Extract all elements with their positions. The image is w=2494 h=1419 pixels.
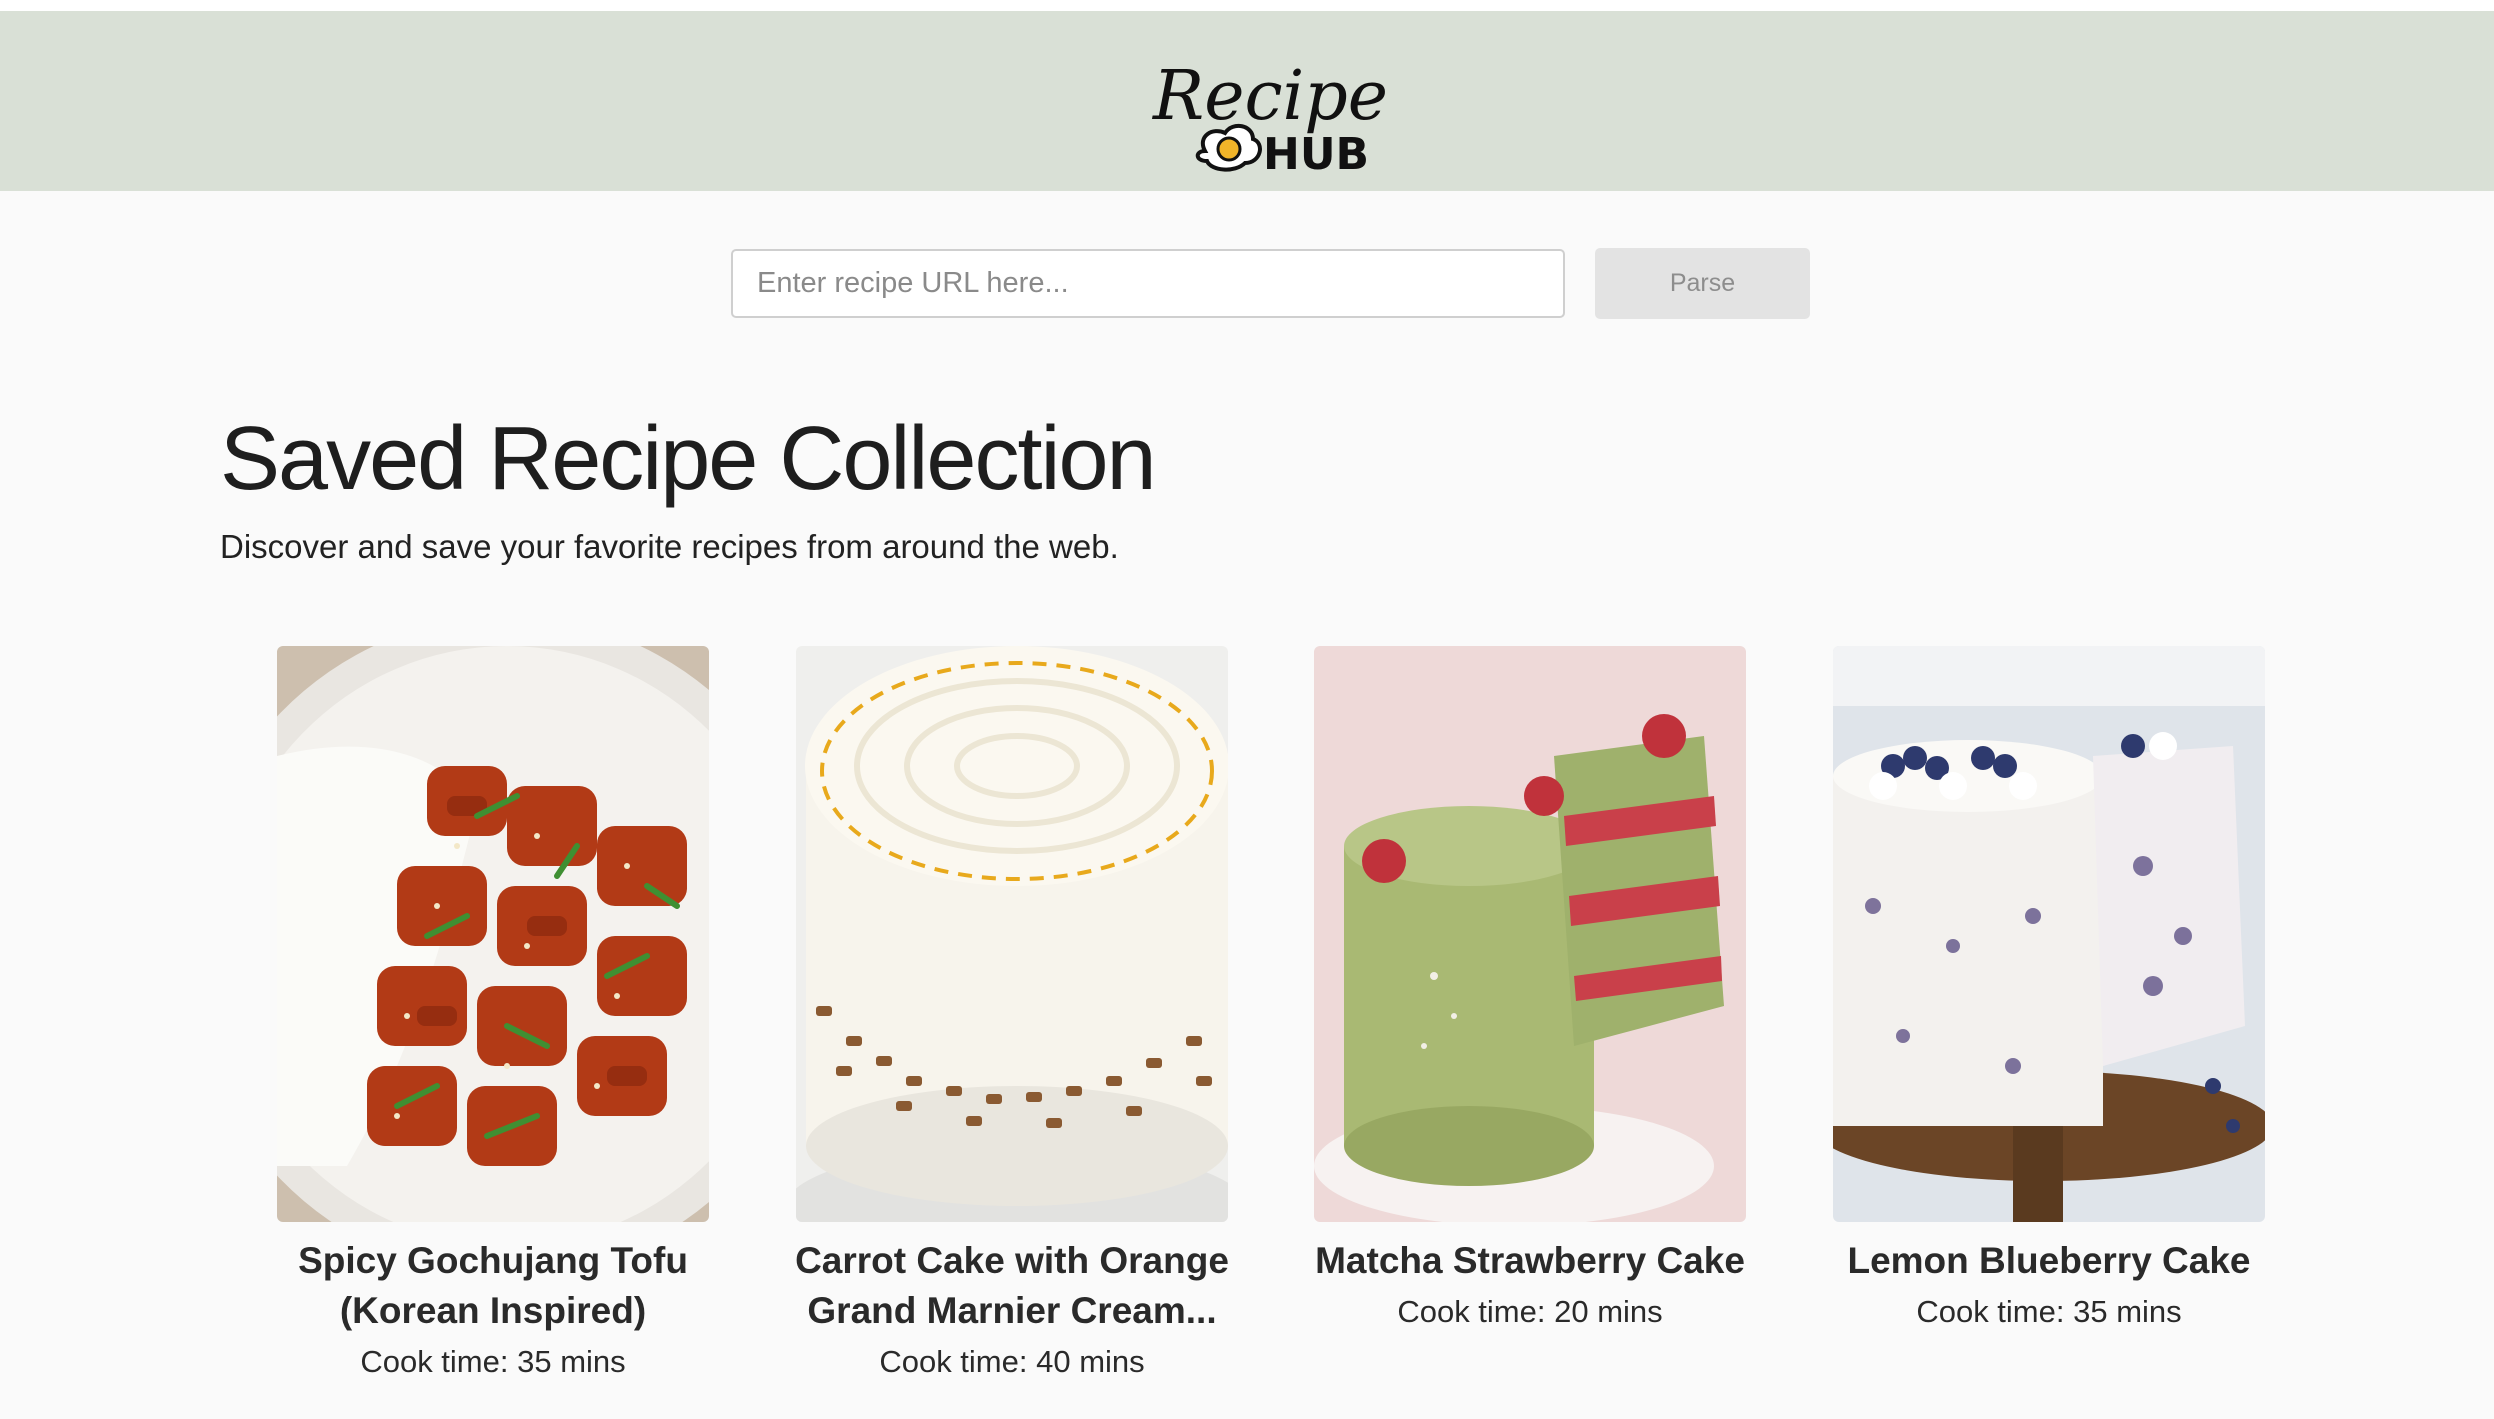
cook-time: Cook time: 40 mins — [879, 1344, 1145, 1379]
recipe-image[interactable] — [277, 646, 709, 1222]
recipe-card[interactable]: Spicy Gochujang Tofu (Korean Inspired) C… — [277, 646, 709, 1380]
recipe-title-line: (Korean Inspired) — [339, 1290, 647, 1331]
recipe-card[interactable]: Matcha Strawberry Cake Cook time: 20 min… — [1314, 646, 1746, 1330]
recipe-title-line: Spicy Gochujang Tofu — [298, 1240, 688, 1281]
site-header: Recipe HUB — [0, 11, 2494, 191]
logo-word-hub: HUB — [1263, 129, 1369, 180]
page-subtitle: Discover and save your favorite recipes … — [220, 528, 1119, 565]
recipe-title[interactable]: Matcha Strawberry Cake — [1300, 1236, 1760, 1286]
recipe-image[interactable] — [1314, 646, 1746, 1222]
recipe-card[interactable]: Lemon Blueberry Cake Cook time: 35 mins — [1833, 646, 2265, 1330]
recipe-hub-logo[interactable]: Recipe HUB — [1145, 41, 1405, 181]
recipe-title-line: Grand Marnier Cream... — [807, 1290, 1217, 1331]
page-title: Saved Recipe Collection — [220, 409, 1157, 509]
recipe-title-line: Carrot Cake with Orange — [795, 1240, 1229, 1281]
recipe-title[interactable]: Carrot Cake with Orange Grand Marnier Cr… — [782, 1236, 1242, 1336]
logo-word-recipe: Recipe — [1151, 57, 1388, 136]
parse-button[interactable]: Parse — [1595, 248, 1810, 319]
cook-time: Cook time: 35 mins — [1916, 1294, 2182, 1329]
recipe-image[interactable] — [796, 646, 1228, 1222]
recipe-title[interactable]: Spicy Gochujang Tofu (Korean Inspired) — [263, 1236, 723, 1336]
top-strip — [0, 0, 2494, 11]
cook-time: Cook time: 20 mins — [1397, 1294, 1663, 1329]
cook-time: Cook time: 35 mins — [360, 1344, 626, 1379]
recipe-title-line: Matcha Strawberry Cake — [1315, 1240, 1745, 1281]
recipe-title[interactable]: Lemon Blueberry Cake — [1819, 1236, 2279, 1286]
recipe-title-line: Lemon Blueberry Cake — [1847, 1240, 2251, 1281]
recipe-image[interactable] — [1833, 646, 2265, 1222]
recipe-url-input[interactable] — [731, 249, 1565, 318]
recipe-card[interactable]: Carrot Cake with Orange Grand Marnier Cr… — [795, 646, 1229, 1380]
